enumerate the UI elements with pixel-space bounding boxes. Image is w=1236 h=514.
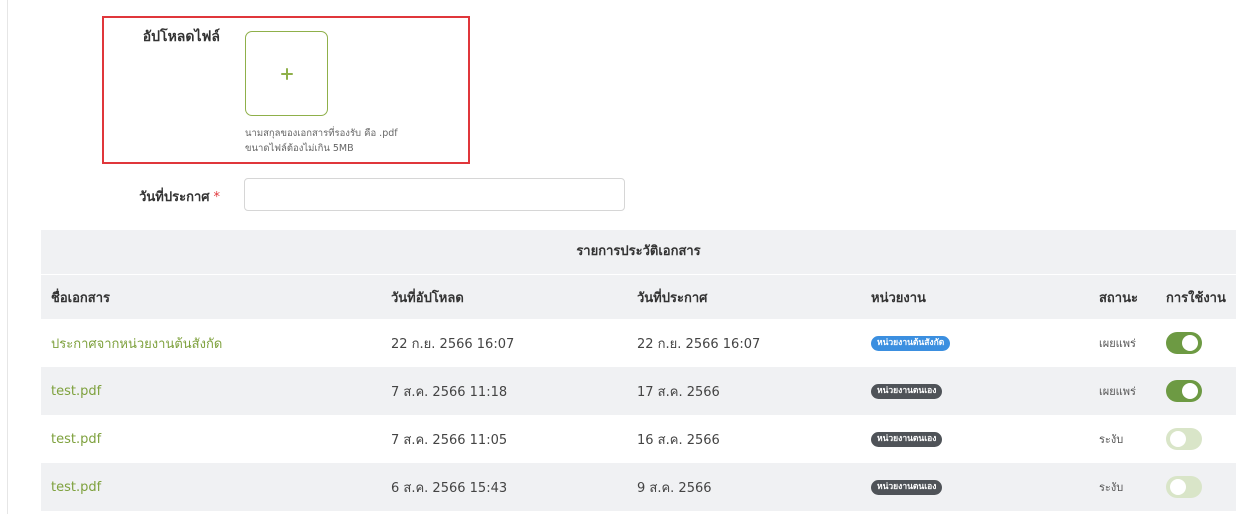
usage-toggle[interactable] [1166, 476, 1202, 498]
status-text: เผยแพร่ [1099, 337, 1136, 350]
table-row: test.pdf 6 ส.ค. 2566 15:43 9 ส.ค. 2566 ห… [41, 463, 1236, 511]
upload-label: อัปโหลดไฟล์ [142, 29, 220, 45]
announced-date-cell: 16 ส.ค. 2566 [637, 432, 720, 448]
column-header-name: ชื่อเอกสาร [51, 290, 110, 306]
column-header-announced: วันที่ประกาศ [637, 290, 708, 306]
upload-hint-filesize: ขนาดไฟล์ต้องไม่เกิน 5MB [245, 143, 354, 154]
toggle-knob [1182, 335, 1198, 351]
status-text: เผยแพร่ [1099, 385, 1136, 398]
announced-date-cell: 22 ก.ย. 2566 16:07 [637, 336, 761, 352]
document-name-link[interactable]: test.pdf [51, 432, 101, 447]
status-text: ระงับ [1099, 481, 1124, 494]
upload-dropzone-button[interactable] [245, 31, 328, 116]
upload-hint-filetype: นามสกุลของเอกสารที่รองรับ คือ .pdf [245, 128, 398, 139]
document-name-link[interactable]: test.pdf [51, 384, 101, 399]
announce-date-input[interactable] [244, 178, 625, 211]
table-row: test.pdf 7 ส.ค. 2566 11:05 16 ส.ค. 2566 … [41, 415, 1236, 463]
table-title: รายการประวัติเอกสาร [41, 230, 1236, 275]
uploaded-date-cell: 7 ส.ค. 2566 11:05 [391, 432, 508, 448]
announce-date-label-text: วันที่ประกาศ [139, 190, 210, 205]
usage-toggle[interactable] [1166, 380, 1202, 402]
uploaded-date-cell: 22 ก.ย. 2566 16:07 [391, 336, 515, 352]
unit-badge: หน่วยงานต้นสังกัด [871, 335, 951, 351]
document-history-table: รายการประวัติเอกสาร ชื่อเอกสาร วันที่อัป… [41, 230, 1236, 511]
table-header-row: ชื่อเอกสาร วันที่อัปโหลด วันที่ประกาศ หน… [41, 275, 1236, 319]
toggle-knob [1170, 479, 1186, 495]
required-mark: * [213, 190, 221, 205]
unit-badge: หน่วยงานตนเอง [871, 479, 943, 495]
plus-icon [280, 67, 293, 80]
left-divider [7, 0, 8, 514]
document-upload-page: อัปโหลดไฟล์ นามสกุลของเอกสารที่รองรับ คื… [0, 0, 1236, 514]
column-header-usage: การใช้งาน [1166, 290, 1226, 306]
unit-badge: หน่วยงานตนเอง [871, 383, 943, 399]
announced-date-cell: 9 ส.ค. 2566 [637, 480, 712, 496]
column-header-unit: หน่วยงาน [871, 290, 926, 306]
uploaded-date-cell: 6 ส.ค. 2566 15:43 [391, 480, 508, 496]
table-row: test.pdf 7 ส.ค. 2566 11:18 17 ส.ค. 2566 … [41, 367, 1236, 415]
column-header-status: สถานะ [1099, 290, 1138, 306]
upload-hint: นามสกุลของเอกสารที่รองรับ คือ .pdf ขนาดไ… [245, 126, 398, 156]
toggle-knob [1170, 431, 1186, 447]
announced-date-cell: 17 ส.ค. 2566 [637, 384, 720, 400]
unit-badge: หน่วยงานตนเอง [871, 431, 943, 447]
usage-toggle[interactable] [1166, 428, 1202, 450]
document-name-link[interactable]: ประกาศจากหน่วยงานต้นสังกัด [51, 333, 222, 354]
column-header-uploaded: วันที่อัปโหลด [391, 290, 464, 306]
status-text: ระงับ [1099, 433, 1124, 446]
usage-toggle[interactable] [1166, 332, 1202, 354]
announce-date-label: วันที่ประกาศ * [80, 186, 220, 207]
uploaded-date-cell: 7 ส.ค. 2566 11:18 [391, 384, 508, 400]
toggle-knob [1182, 383, 1198, 399]
document-name-link[interactable]: test.pdf [51, 480, 101, 495]
table-row: ประกาศจากหน่วยงานต้นสังกัด 22 ก.ย. 2566 … [41, 319, 1236, 367]
